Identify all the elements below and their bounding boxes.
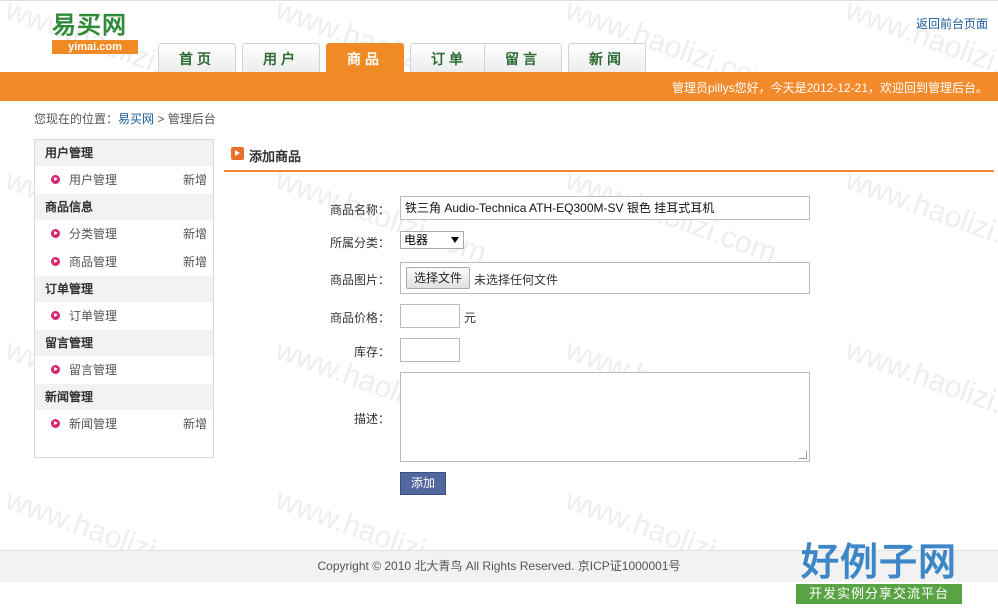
sidebar-item-user-manage[interactable]: 用户管理 新增 (35, 166, 213, 194)
logo-en-text: yimai.com (52, 40, 138, 54)
stock-label: 库存： (353, 345, 390, 359)
watermark-brand-text: 好例子网 (800, 539, 957, 584)
price-unit: 元 (464, 311, 477, 325)
sidebar-group-title: 订单管理 (35, 276, 213, 302)
watermark-text: www.haolizi.com (841, 163, 998, 270)
arrow-bullet-icon (51, 257, 60, 266)
name-label: 商品名称： (329, 203, 390, 217)
arrow-bullet-icon (51, 175, 60, 184)
category-label: 所属分类： (329, 236, 390, 250)
sidebar: 用户管理 用户管理 新增 商品信息 分类管理 新增 商品管理 新增 订单管理 订… (34, 139, 214, 458)
dropdown-arrow-icon (451, 237, 459, 243)
breadcrumb-current: 管理后台 (167, 112, 216, 126)
sidebar-item-label: 新闻管理 (69, 417, 118, 431)
copyright-text: Copyright © 2010 北大青鸟 All Rights Reserve… (317, 559, 681, 573)
sidebar-group-title: 用户管理 (35, 140, 213, 166)
sidebar-item-message-manage[interactable]: 留言管理 (35, 356, 213, 384)
sidebar-item-label: 留言管理 (69, 363, 118, 377)
tab-news[interactable]: 新闻 (568, 43, 646, 73)
choose-file-button[interactable]: 选择文件 (406, 267, 470, 289)
sidebar-group-title: 新闻管理 (35, 384, 213, 410)
sidebar-item-label: 用户管理 (69, 173, 118, 187)
watermark-brand-logo: 好例子网 开发实例分享交流平台 (796, 540, 962, 606)
watermark-brand-subtitle: 开发实例分享交流平台 (796, 584, 962, 604)
welcome-bar: 管理员pillys您好，今天是2012-12-21，欢迎回到管理后台。 (0, 72, 998, 101)
price-label: 商品价格： (329, 311, 390, 325)
sidebar-item-label: 订单管理 (69, 309, 118, 323)
arrow-bullet-icon (51, 419, 60, 428)
sidebar-item-news-manage[interactable]: 新闻管理 新增 (35, 410, 213, 438)
description-textarea[interactable] (400, 372, 810, 462)
description-label: 描述： (353, 412, 390, 426)
sidebar-group-title: 留言管理 (35, 330, 213, 356)
sidebar-item-order-manage[interactable]: 订单管理 (35, 302, 213, 330)
sidebar-item-label: 分类管理 (69, 227, 118, 241)
watermark-text: www.haolizi.com (841, 333, 998, 440)
price-input[interactable] (400, 304, 460, 328)
breadcrumb-separator: > (157, 112, 165, 126)
sidebar-add-link[interactable]: 新增 (183, 220, 207, 248)
stock-input[interactable] (400, 338, 460, 362)
logo-cn-text: 易买网 (52, 10, 127, 39)
product-name-input[interactable]: 铁三角 Audio-Technica ATH-EQ300M-SV 银色 挂耳式耳… (400, 196, 810, 220)
sidebar-item-category-manage[interactable]: 分类管理 新增 (35, 220, 213, 248)
sidebar-item-label: 商品管理 (69, 255, 118, 269)
sidebar-group-title: 商品信息 (35, 194, 213, 220)
tab-products[interactable]: 商品 (326, 43, 404, 73)
resize-grip-icon[interactable] (799, 451, 807, 459)
tab-orders[interactable]: 订单 (410, 43, 488, 73)
back-to-frontend-link[interactable]: 返回前台页面 (916, 15, 988, 32)
arrow-bullet-icon (51, 229, 60, 238)
add-product-button[interactable]: 添加 (400, 472, 446, 495)
tab-users[interactable]: 用户 (242, 43, 320, 73)
site-logo[interactable]: 易买网 yimai.com (52, 11, 138, 55)
sidebar-add-link[interactable]: 新增 (183, 166, 207, 194)
section-header: 添加商品 (224, 140, 994, 172)
image-label: 商品图片： (329, 273, 390, 287)
sidebar-add-link[interactable]: 新增 (183, 410, 207, 438)
file-status-text: 未选择任何文件 (474, 273, 559, 287)
tab-messages[interactable]: 留言 (484, 43, 562, 73)
category-select[interactable]: 电器 (400, 231, 464, 249)
breadcrumb: 您现在的位置：易买网 > 管理后台 (34, 110, 216, 127)
welcome-text: 管理员pillys您好，今天是2012-12-21，欢迎回到管理后台。 (671, 81, 988, 95)
sidebar-add-link[interactable]: 新增 (183, 248, 207, 276)
arrow-bullet-icon (51, 365, 60, 374)
header: 易买网 yimai.com 返回前台页面 首页 用户 商品 订单 留言 新闻 (0, 0, 998, 73)
arrow-bullet-icon (51, 311, 60, 320)
breadcrumb-site-link[interactable]: 易买网 (118, 112, 154, 126)
page-title: 添加商品 (249, 149, 302, 164)
arrow-title-icon (231, 147, 244, 160)
breadcrumb-prefix: 您现在的位置： (34, 112, 119, 126)
image-file-field: 选择文件 未选择任何文件 (400, 262, 810, 294)
sidebar-item-product-manage[interactable]: 商品管理 新增 (35, 248, 213, 276)
tab-home[interactable]: 首页 (158, 43, 236, 73)
category-selected-value: 电器 (404, 233, 429, 247)
